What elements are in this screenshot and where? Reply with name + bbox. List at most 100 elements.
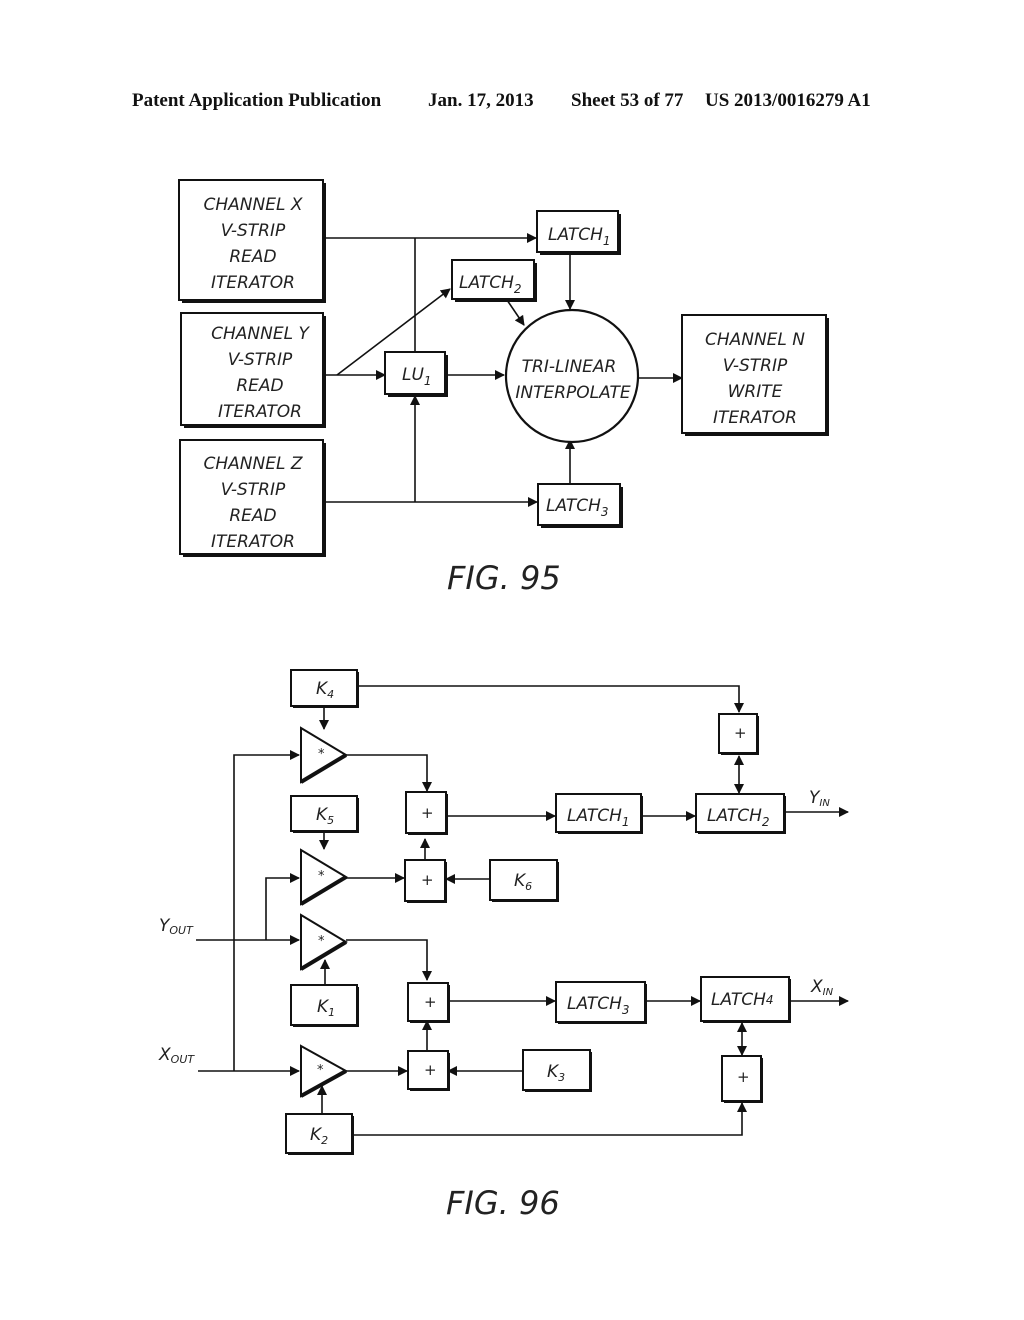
channel-y-read-iterator: CHANNEL Y V-STRIP READ ITERATOR [180, 312, 326, 428]
x-out-label: XOUT [158, 1045, 195, 1066]
label-line: ITERATOR [218, 402, 302, 422]
svg-text:LATCH1: LATCH1 [567, 806, 630, 829]
k5-constant: K5 [290, 795, 359, 833]
x-in-label: XIN [810, 977, 834, 998]
k4-constant: K4 [290, 669, 359, 708]
latch-subscript: 1 [622, 815, 630, 829]
k-subscript: 6 [525, 880, 532, 893]
plus-symbol: + [421, 804, 434, 822]
fig95-latch1: LATCH1 [536, 210, 621, 255]
fig95-latch2: LATCH2 [451, 259, 537, 302]
io-subscript: OUT [171, 1053, 196, 1066]
adder-x-sum: + [407, 982, 450, 1023]
k3-constant: K3 [522, 1049, 592, 1092]
fig96-caption: FIG. 96 [446, 1184, 560, 1222]
wire-k4-to-adder [357, 685, 744, 713]
label-line: CHANNEL Z [204, 454, 303, 474]
fig95-latch3: LATCH3 [537, 483, 623, 528]
label-line: READ [229, 247, 276, 267]
multiply-symbol: * [318, 934, 325, 949]
lu-label: LU [402, 365, 424, 385]
io-label: X [810, 977, 823, 997]
k2-constant: K2 [285, 1113, 354, 1155]
latch-label: LATCH [546, 496, 601, 516]
adder-x-bottom: + [721, 1055, 763, 1103]
label-line: READ [236, 376, 283, 396]
figure-95: CHANNEL X V-STRIP READ ITERATOR CHANNEL … [178, 179, 829, 597]
wire-latch2-to-interp [506, 299, 525, 326]
wire-k2-to-adder [352, 1102, 747, 1136]
label-line: ITERATOR [211, 273, 295, 293]
k-subscript: 4 [327, 688, 334, 701]
plus-symbol: + [734, 724, 747, 742]
figure-96: * * * * K4 K5 K6 K1 K3 K2 + + + + + + LA… [158, 669, 849, 1222]
latch-subscript: 2 [762, 815, 770, 829]
k-subscript: 3 [558, 1071, 565, 1084]
channel-x-read-iterator: CHANNEL X V-STRIP READ ITERATOR [178, 179, 326, 303]
wire-mult1-to-adder [346, 754, 432, 792]
label-line: V-STRIP [221, 221, 286, 241]
multiplier-2: * [299, 848, 348, 906]
adder-y-top: + [718, 713, 759, 755]
io-subscript: IN [823, 987, 834, 998]
multiplier-4: * [300, 1044, 349, 1098]
label-line: CHANNEL X [204, 195, 303, 215]
tri-linear-interpolate-node: TRI-LINEAR INTERPOLATE [504, 308, 640, 444]
k6-constant: K6 [489, 859, 559, 902]
adder-x-k3: + [407, 1050, 450, 1091]
label-line: CHANNEL Y [211, 324, 310, 344]
adder-y-k6: + [404, 859, 447, 903]
y-in-label: YIN [809, 788, 830, 809]
label-line: INTERPOLATE [515, 383, 631, 403]
svg-text:LATCH4: LATCH4 [711, 990, 774, 1010]
latch-subscript: 4 [766, 993, 774, 1007]
fig96-latch4: LATCH4 [700, 976, 791, 1023]
multiply-symbol: * [318, 747, 325, 762]
label-line: V-STRIP [723, 356, 788, 376]
latch-label: LATCH [548, 225, 603, 245]
label-line: V-STRIP [228, 350, 293, 370]
latch-subscript: 2 [514, 282, 522, 296]
io-label: X [158, 1045, 171, 1065]
plus-symbol: + [421, 871, 434, 889]
latch-label: LATCH [567, 806, 622, 826]
k-subscript: 1 [328, 1006, 335, 1019]
multiplier-3: * [299, 913, 348, 971]
latch-subscript: 1 [603, 234, 611, 248]
latch-label: LATCH [459, 273, 514, 293]
latch-label: LATCH [567, 994, 622, 1014]
label-line: READ [229, 506, 276, 526]
label-line: TRI-LINEAR [522, 357, 617, 377]
svg-text:LATCH3: LATCH3 [567, 994, 630, 1017]
lu-subscript: 1 [424, 374, 432, 388]
fig95-lu1: LU1 [384, 351, 448, 397]
label-line: ITERATOR [713, 408, 797, 428]
fig96-latch3: LATCH3 [555, 981, 647, 1024]
k-subscript: 2 [321, 1134, 328, 1147]
svg-text:LATCH2: LATCH2 [459, 273, 522, 296]
svg-text:LATCH1: LATCH1 [548, 225, 611, 248]
svg-text:LATCH2: LATCH2 [707, 806, 770, 829]
plus-symbol: + [424, 993, 437, 1011]
channel-z-read-iterator: CHANNEL Z V-STRIP READ ITERATOR [179, 439, 326, 557]
label-line: CHANNEL N [705, 330, 805, 350]
label-line: V-STRIP [221, 480, 286, 500]
wire-mult3-to-adder [346, 939, 432, 981]
channel-n-write-iterator: CHANNEL N V-STRIP WRITE ITERATOR [681, 314, 829, 436]
wire-yout-to-mult2 [265, 873, 300, 940]
multiply-symbol: * [317, 1063, 324, 1078]
label-line: WRITE [728, 382, 783, 402]
plus-symbol: + [737, 1068, 750, 1086]
k1-constant: K1 [290, 984, 359, 1027]
svg-text:LATCH3: LATCH3 [546, 496, 609, 519]
label-line: ITERATOR [211, 532, 295, 552]
latch-label: LATCH [707, 806, 762, 826]
fig96-latch1: LATCH1 [555, 793, 643, 834]
latch-subscript: 3 [601, 505, 609, 519]
fig96-latch2: LATCH2 [695, 793, 786, 834]
patent-drawings: CHANNEL X V-STRIP READ ITERATOR CHANNEL … [158, 179, 849, 1222]
io-subscript: OUT [169, 924, 194, 937]
latch-label: LATCH [711, 990, 766, 1010]
multiplier-1: * [299, 726, 348, 784]
latch-subscript: 3 [622, 1003, 630, 1017]
